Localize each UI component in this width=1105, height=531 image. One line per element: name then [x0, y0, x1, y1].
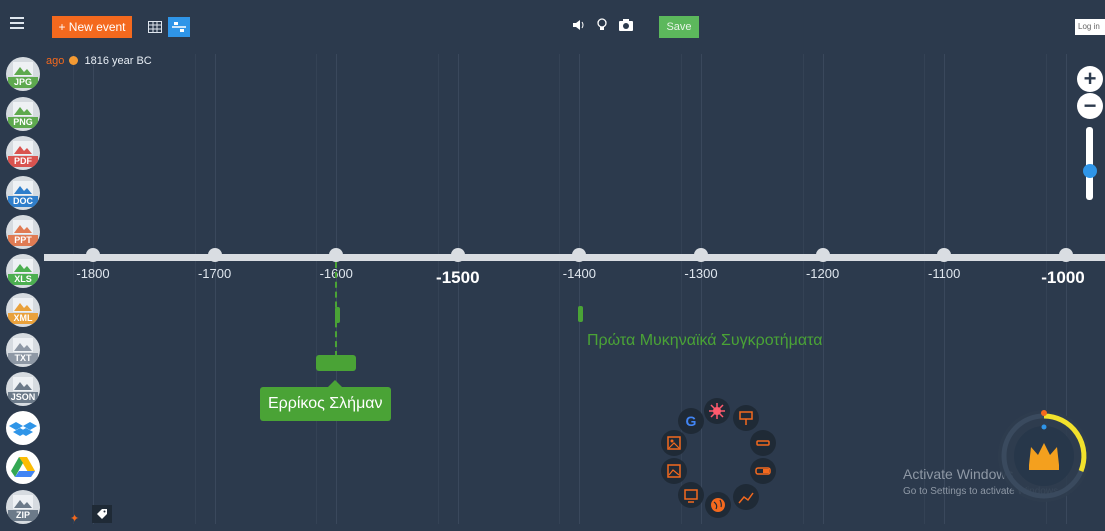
export-label: PNG: [8, 117, 38, 128]
event-marker[interactable]: [335, 307, 340, 323]
tick-label: -1400: [562, 266, 597, 281]
picture-icon[interactable]: [661, 430, 687, 456]
zoom-in-button[interactable]: +: [1077, 66, 1103, 92]
grid-line: [822, 54, 824, 524]
export-txt-icon[interactable]: TXT: [6, 333, 40, 367]
event-marker[interactable]: [578, 306, 583, 322]
grid-line: [944, 54, 946, 524]
timeline-view-button[interactable]: [168, 17, 190, 37]
export-label: JPG: [8, 77, 38, 88]
camera-icon[interactable]: [618, 18, 634, 32]
grid-line-minor: [559, 54, 561, 524]
login-button[interactable]: Log in: [1075, 19, 1105, 35]
timeline-icon: [172, 22, 186, 32]
new-event-button[interactable]: + New event: [52, 16, 132, 38]
minus-box-icon[interactable]: [750, 430, 776, 456]
hamburger-menu-icon[interactable]: [10, 17, 24, 31]
era-prefix: ago: [46, 55, 65, 67]
export-sidebar: JPG PNG PDF DOC PPT XLS XML TXT JSON ZIP: [0, 52, 44, 531]
export-ppt-icon[interactable]: PPT: [6, 215, 40, 249]
grid-line-minor: [194, 54, 196, 524]
export-label: PDF: [8, 156, 38, 167]
export-label: PPT: [8, 235, 38, 246]
era-value: 1816 year BC: [84, 55, 152, 67]
export-pdf-icon[interactable]: PDF: [6, 136, 40, 170]
speaker-icon[interactable]: [572, 18, 586, 32]
event-label-schliemann[interactable]: Ερρίκος Σλήμαν: [260, 380, 391, 421]
tick-label: -1500: [436, 268, 480, 287]
monitor-icon[interactable]: [678, 482, 704, 508]
tick-label: -1000: [1041, 268, 1085, 287]
tick-label: -1100: [928, 266, 961, 281]
export-label: JSON: [8, 392, 38, 403]
tick-dot[interactable]: [694, 248, 708, 262]
signpost-icon[interactable]: [733, 405, 759, 431]
table-icon: [148, 21, 162, 33]
tag-icon[interactable]: [92, 505, 112, 523]
tick-label: -1200: [805, 266, 840, 281]
era-dot-icon: [69, 56, 79, 65]
tick-label: -1700: [197, 266, 232, 281]
table-view-button[interactable]: [144, 17, 166, 37]
export-doc-icon[interactable]: DOC: [6, 176, 40, 210]
globe-icon[interactable]: [705, 492, 731, 518]
toggle-icon[interactable]: [750, 458, 776, 484]
export-png-icon[interactable]: PNG: [6, 97, 40, 131]
burst-icon[interactable]: [704, 398, 730, 424]
export-label: ZIP: [8, 510, 38, 521]
save-button[interactable]: Save: [659, 16, 699, 38]
grid-line: [701, 54, 702, 524]
export-zip-icon[interactable]: ZIP: [6, 490, 40, 524]
export-label: XML: [8, 313, 38, 324]
export-label: XLS: [8, 274, 38, 285]
grid-line-minor: [802, 54, 804, 524]
event-label-mycenaean[interactable]: Πρώτα Μυκηναϊκά Συγκροτήματα: [587, 332, 822, 350]
zoom-slider-handle[interactable]: [1083, 164, 1097, 178]
export-xml-icon[interactable]: XML: [6, 293, 40, 327]
export-dropbox-icon[interactable]: [6, 411, 40, 445]
tick-label: -1300: [684, 266, 718, 281]
grid-line: [93, 54, 94, 524]
grid-line-minor: [316, 54, 318, 524]
star-icon[interactable]: ✦: [70, 512, 79, 525]
tick-dot[interactable]: [1058, 248, 1073, 262]
export-jpg-icon[interactable]: JPG: [6, 57, 40, 91]
export-label: DOC: [8, 196, 38, 207]
svg-text:G: G: [686, 413, 697, 429]
tick-dot[interactable]: [815, 248, 830, 262]
grid-line: [457, 54, 459, 524]
tick-dot[interactable]: [207, 248, 222, 262]
grid-line-minor: [924, 54, 926, 524]
tick-dot[interactable]: [450, 248, 465, 262]
grid-line: [579, 54, 581, 524]
toolbar-center-icons: [572, 18, 634, 32]
export-xls-icon[interactable]: XLS: [6, 254, 40, 288]
trend-chart-icon[interactable]: [733, 484, 759, 510]
lightbulb-icon[interactable]: [596, 18, 608, 32]
export-label: TXT: [8, 353, 38, 364]
export-json-icon[interactable]: JSON: [6, 372, 40, 406]
era-indicator: ago 1816 year BC: [46, 55, 152, 67]
tick-dot[interactable]: [86, 248, 100, 262]
image-frame-icon[interactable]: [661, 458, 687, 484]
tick-label: -1800: [76, 266, 110, 281]
event-head[interactable]: [316, 355, 356, 371]
grid-line-minor: [73, 54, 74, 524]
premium-crown-widget[interactable]: [995, 407, 1093, 505]
grid-line-minor: [437, 54, 439, 524]
export-google-drive-icon[interactable]: [6, 450, 40, 484]
grid-line: [214, 54, 216, 524]
zoom-out-button[interactable]: −: [1077, 93, 1103, 119]
